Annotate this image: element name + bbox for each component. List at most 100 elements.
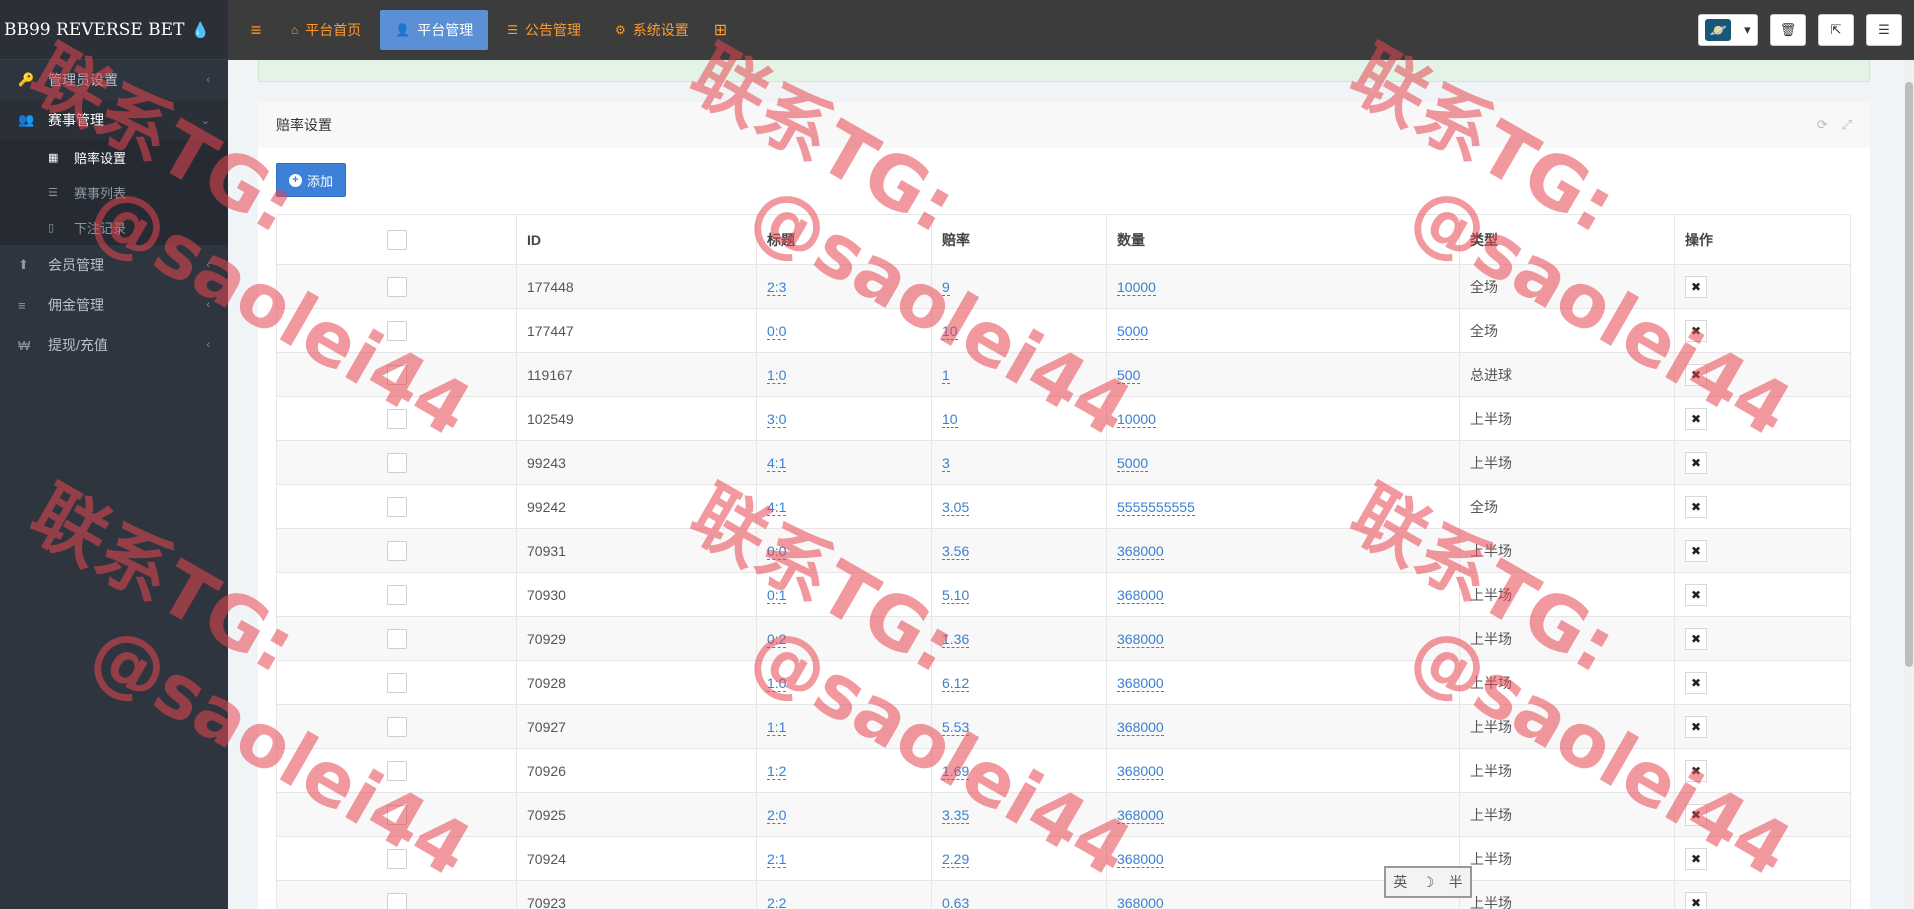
row-checkbox[interactable] xyxy=(386,892,407,909)
row-select-cell[interactable] xyxy=(276,440,517,485)
tab-platform-management[interactable]: 👤 平台管理 xyxy=(380,10,489,50)
avatar-dropdown-button[interactable]: 🪐 ▾ xyxy=(1698,14,1758,46)
settings-panel-button[interactable]: ☰ xyxy=(1866,14,1902,46)
delete-button[interactable]: ✖ xyxy=(1685,539,1707,562)
delete-button[interactable]: ✖ xyxy=(1685,715,1707,738)
editable-odds[interactable]: 10 xyxy=(942,410,958,428)
editable-title[interactable]: 4:1 xyxy=(767,498,787,516)
delete-button[interactable]: ✖ xyxy=(1685,363,1707,386)
editable-odds[interactable]: 6.12 xyxy=(942,674,970,692)
row-checkbox[interactable] xyxy=(386,628,407,649)
row-select-cell[interactable] xyxy=(276,484,517,529)
row-select-cell[interactable] xyxy=(276,616,517,661)
editable-title[interactable]: 2:2 xyxy=(767,894,787,909)
editable-odds[interactable]: 9 xyxy=(942,278,950,296)
row-select-cell[interactable] xyxy=(276,704,517,749)
row-checkbox[interactable] xyxy=(386,452,407,473)
expand-icon[interactable]: ⤢ xyxy=(1842,117,1852,133)
editable-quantity[interactable]: 368000 xyxy=(1117,718,1164,736)
editable-quantity[interactable]: 5000 xyxy=(1117,454,1149,472)
column-header-odds[interactable]: 赔率 xyxy=(931,214,1107,265)
row-checkbox[interactable] xyxy=(386,584,407,605)
editable-title[interactable]: 1:0 xyxy=(767,674,787,692)
tab-announcement-management[interactable]: ☰ 公告管理 xyxy=(492,10,596,50)
delete-button[interactable]: ✖ xyxy=(1685,407,1707,430)
editable-quantity[interactable]: 368000 xyxy=(1117,674,1164,692)
editable-odds[interactable]: 1 xyxy=(942,366,950,384)
editable-quantity[interactable]: 368000 xyxy=(1117,762,1164,780)
row-checkbox[interactable] xyxy=(386,276,407,297)
editable-title[interactable]: 2:3 xyxy=(767,278,787,296)
editable-quantity[interactable]: 500 xyxy=(1117,366,1141,384)
brand-logo[interactable]: BB99 REVERSE BET xyxy=(4,20,184,40)
select-all-header[interactable] xyxy=(276,214,517,265)
row-checkbox[interactable] xyxy=(386,364,407,385)
select-all-checkbox[interactable] xyxy=(386,229,407,250)
scrollbar-thumb[interactable] xyxy=(1905,82,1913,667)
editable-title[interactable]: 0:2 xyxy=(767,630,787,648)
row-select-cell[interactable] xyxy=(276,792,517,837)
editable-odds[interactable]: 10 xyxy=(942,322,958,340)
editable-title[interactable]: 1:1 xyxy=(767,718,787,736)
editable-quantity[interactable]: 368000 xyxy=(1117,542,1164,560)
row-select-cell[interactable] xyxy=(276,264,517,309)
clear-cache-button[interactable]: 🗑 xyxy=(1770,14,1806,46)
add-button[interactable]: + 添加 xyxy=(276,163,347,197)
apps-grid-icon[interactable]: ⊞ xyxy=(714,20,727,40)
delete-button[interactable]: ✖ xyxy=(1685,671,1707,694)
fullscreen-button[interactable]: ⇱ xyxy=(1818,14,1854,46)
row-select-cell[interactable] xyxy=(276,748,517,793)
row-checkbox[interactable] xyxy=(386,760,407,781)
editable-odds[interactable]: 1.36 xyxy=(942,630,970,648)
editable-odds[interactable]: 5.53 xyxy=(942,718,970,736)
hamburger-menu-icon[interactable]: ≡ xyxy=(236,20,276,41)
row-select-cell[interactable] xyxy=(276,836,517,881)
editable-quantity[interactable]: 368000 xyxy=(1117,630,1164,648)
editable-title[interactable]: 2:0 xyxy=(767,806,787,824)
row-select-cell[interactable] xyxy=(276,528,517,573)
editable-odds[interactable]: 1.69 xyxy=(942,762,970,780)
editable-odds[interactable]: 0.63 xyxy=(942,894,970,909)
row-checkbox[interactable] xyxy=(386,408,407,429)
row-select-cell[interactable] xyxy=(276,880,517,909)
editable-title[interactable]: 2:1 xyxy=(767,850,787,868)
row-select-cell[interactable] xyxy=(276,352,517,397)
editable-odds[interactable]: 3 xyxy=(942,454,950,472)
row-select-cell[interactable] xyxy=(276,660,517,705)
ime-indicator[interactable]: 英 ☽ 半 xyxy=(1384,866,1472,898)
editable-title[interactable]: 1:0 xyxy=(767,366,787,384)
delete-button[interactable]: ✖ xyxy=(1685,759,1707,782)
editable-title[interactable]: 1:2 xyxy=(767,762,787,780)
sidebar-item-member-management[interactable]: ⬆ 会员管理 ‹ xyxy=(0,245,228,285)
editable-quantity[interactable]: 368000 xyxy=(1117,586,1164,604)
editable-quantity[interactable]: 5555555555 xyxy=(1117,498,1195,516)
sidebar-item-match-management[interactable]: 👥 赛事管理 ⌄ xyxy=(0,100,228,140)
page-scrollbar[interactable] xyxy=(1904,60,1914,909)
delete-button[interactable]: ✖ xyxy=(1685,319,1707,342)
delete-button[interactable]: ✖ xyxy=(1685,847,1707,870)
tab-platform-home[interactable]: ⌂ 平台首页 xyxy=(276,10,376,50)
row-select-cell[interactable] xyxy=(276,308,517,353)
column-header-type[interactable]: 类型 xyxy=(1459,214,1675,265)
editable-quantity[interactable]: 10000 xyxy=(1117,278,1156,296)
delete-button[interactable]: ✖ xyxy=(1685,627,1707,650)
editable-title[interactable]: 3:0 xyxy=(767,410,787,428)
editable-quantity[interactable]: 5000 xyxy=(1117,322,1149,340)
delete-button[interactable]: ✖ xyxy=(1685,583,1707,606)
sidebar-item-admin-settings[interactable]: 🔑 管理员设置 ‹ xyxy=(0,60,228,100)
delete-button[interactable]: ✖ xyxy=(1685,451,1707,474)
sidebar-item-withdraw-recharge[interactable]: ₩ 提现/充值 ‹ xyxy=(0,325,228,365)
row-checkbox[interactable] xyxy=(386,320,407,341)
row-checkbox[interactable] xyxy=(386,540,407,561)
tab-system-settings[interactable]: ⚙ 系统设置 xyxy=(600,10,704,50)
refresh-icon[interactable]: ⟳ xyxy=(1817,117,1828,133)
editable-odds[interactable]: 5.10 xyxy=(942,586,970,604)
row-checkbox[interactable] xyxy=(386,496,407,517)
row-select-cell[interactable] xyxy=(276,396,517,441)
delete-button[interactable]: ✖ xyxy=(1685,495,1707,518)
row-checkbox[interactable] xyxy=(386,848,407,869)
row-checkbox[interactable] xyxy=(386,804,407,825)
sidebar-item-commission-management[interactable]: ≡ 佣金管理 ‹ xyxy=(0,285,228,325)
drop-icon[interactable]: 💧 xyxy=(191,21,210,39)
editable-odds[interactable]: 3.35 xyxy=(942,806,970,824)
